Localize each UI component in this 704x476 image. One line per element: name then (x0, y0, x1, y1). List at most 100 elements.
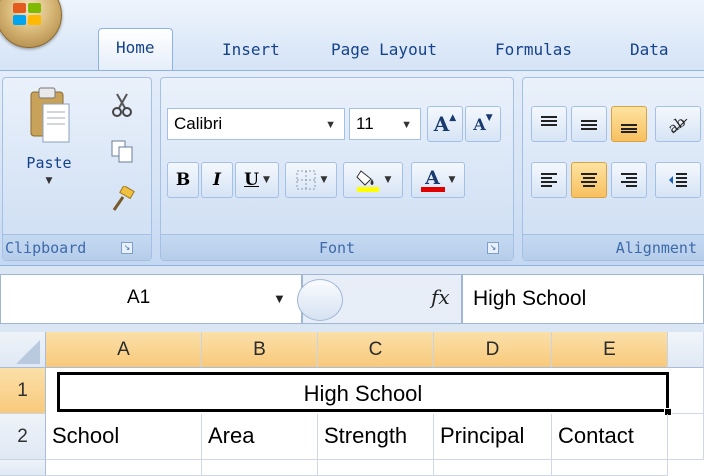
clipboard-group: Paste ▼ Clipboard ↘ (2, 77, 152, 261)
align-middle-button[interactable] (571, 106, 607, 142)
font-color-button[interactable]: A ▼ (411, 162, 465, 198)
formula-bar-buttons: fx (297, 274, 462, 324)
font-name-dropdown-icon[interactable]: ▼ (325, 110, 336, 140)
underline-button[interactable]: U ▼ (235, 162, 279, 198)
grow-font-icon: A (433, 112, 450, 136)
cut-button[interactable] (105, 88, 139, 122)
ribbon-tab-strip: Home Insert Page Layout Formulas Data (0, 0, 704, 72)
row-header-1[interactable]: 1 (0, 368, 46, 414)
cell-b2[interactable]: Area (202, 414, 318, 460)
tab-data[interactable]: Data (630, 32, 669, 68)
clipboard-label: Clipboard (5, 239, 87, 257)
column-header-a[interactable]: A (46, 332, 202, 368)
name-box[interactable]: A1 ▼ (0, 274, 302, 324)
row-header-2[interactable]: 2 (0, 414, 46, 460)
insert-function-icon[interactable]: fx (431, 285, 450, 309)
formula-input[interactable]: High School (462, 274, 704, 324)
tab-page-layout[interactable]: Page Layout (331, 32, 437, 68)
align-top-icon (541, 116, 557, 126)
align-top-button[interactable] (531, 106, 567, 142)
row-header-3[interactable] (0, 460, 46, 476)
align-left-icon (541, 173, 557, 187)
scissors-icon (112, 93, 132, 117)
paste-label: Paste (26, 154, 72, 172)
borders-icon (296, 170, 316, 190)
borders-button[interactable]: ▼ (285, 162, 337, 198)
office-button[interactable] (0, 0, 62, 48)
fill-bucket-icon (355, 170, 379, 192)
fill-color-button[interactable]: ▼ (343, 162, 403, 198)
cell-c2[interactable]: Strength (318, 414, 434, 460)
column-header-b[interactable]: B (202, 332, 318, 368)
expand-handle-icon[interactable] (297, 279, 343, 321)
align-bottom-icon (621, 124, 637, 133)
copy-button[interactable] (105, 134, 139, 168)
decrease-indent-icon (669, 173, 687, 187)
select-all-button[interactable] (0, 332, 46, 368)
font-name-combo[interactable]: Calibri ▼ (167, 108, 345, 140)
select-all-icon (16, 340, 40, 364)
alignment-group-label: Alignment (523, 234, 704, 260)
align-middle-icon (581, 120, 597, 130)
grow-font-button[interactable]: A ▲ (427, 106, 463, 142)
orientation-button[interactable]: ab (655, 106, 701, 142)
cell-a2[interactable]: School (46, 414, 202, 460)
worksheet-grid: A B C D E 1 2 High School School Area St… (0, 332, 704, 476)
italic-button[interactable]: I (201, 162, 233, 198)
align-right-icon (621, 173, 637, 187)
bold-button[interactable]: B (167, 162, 199, 198)
cell-c3[interactable] (318, 460, 434, 476)
format-painter-button[interactable] (105, 182, 139, 216)
cell-e3[interactable] (552, 460, 668, 476)
clipboard-launcher-icon[interactable]: ↘ (121, 242, 133, 254)
copy-icon (111, 140, 133, 163)
cell-d2[interactable]: Principal (434, 414, 552, 460)
paste-dropdown-icon: ▼ (45, 176, 53, 186)
underline-icon: U (244, 170, 259, 190)
align-left-button[interactable] (531, 162, 567, 198)
font-label: Font (318, 239, 356, 257)
italic-icon: I (213, 170, 221, 190)
orientation-icon: ab (667, 114, 689, 135)
formula-bar: A1 ▼ fx High School (0, 266, 704, 332)
shrink-font-icon: A (473, 114, 486, 134)
tab-formulas[interactable]: Formulas (495, 32, 572, 68)
font-color-icon: A (425, 166, 440, 189)
paste-icon (30, 87, 70, 143)
cell-f2[interactable] (668, 414, 704, 460)
ribbon: Paste ▼ Clipboard ↘ Calibri ▼ 11 ▼ A ▲ A… (0, 70, 704, 266)
cell-a3[interactable] (46, 460, 202, 476)
align-bottom-button[interactable] (611, 106, 647, 142)
format-painter-icon (112, 186, 135, 211)
font-group-label: Font (161, 234, 513, 260)
office-logo-icon (13, 3, 43, 27)
font-size-dropdown-icon[interactable]: ▼ (401, 110, 412, 140)
shrink-font-button[interactable]: A ▼ (465, 106, 501, 142)
paste-button[interactable]: Paste ▼ (11, 86, 87, 232)
decrease-indent-button[interactable] (655, 162, 701, 198)
alignment-label: Alignment (615, 239, 697, 257)
column-header-e[interactable]: E (552, 332, 668, 368)
font-size-value: 11 (356, 114, 374, 133)
font-group: Calibri ▼ 11 ▼ A ▲ A ▼ B I U ▼ ▼ ▼ A ▼ F… (160, 77, 514, 261)
tab-home[interactable]: Home (98, 28, 173, 72)
cell-f1[interactable] (672, 368, 704, 414)
name-box-dropdown-icon[interactable]: ▼ (273, 291, 286, 306)
align-right-button[interactable] (611, 162, 647, 198)
align-center-icon (581, 173, 597, 187)
column-header-c[interactable]: C (318, 332, 434, 368)
alignment-group: ab Alignment (522, 77, 704, 261)
merged-cell-a1-e1[interactable]: High School (57, 372, 669, 412)
cell-e2[interactable]: Contact (552, 414, 668, 460)
font-size-combo[interactable]: 11 ▼ (349, 108, 421, 140)
tab-insert[interactable]: Insert (222, 32, 280, 68)
column-header-f[interactable] (668, 332, 704, 368)
svg-text:ab: ab (667, 114, 689, 135)
align-center-button[interactable] (571, 162, 607, 198)
cell-d3[interactable] (434, 460, 552, 476)
font-launcher-icon[interactable]: ↘ (487, 242, 499, 254)
name-box-value: A1 (127, 287, 151, 308)
cell-b3[interactable] (202, 460, 318, 476)
bold-icon: B (175, 170, 191, 190)
column-header-d[interactable]: D (434, 332, 552, 368)
